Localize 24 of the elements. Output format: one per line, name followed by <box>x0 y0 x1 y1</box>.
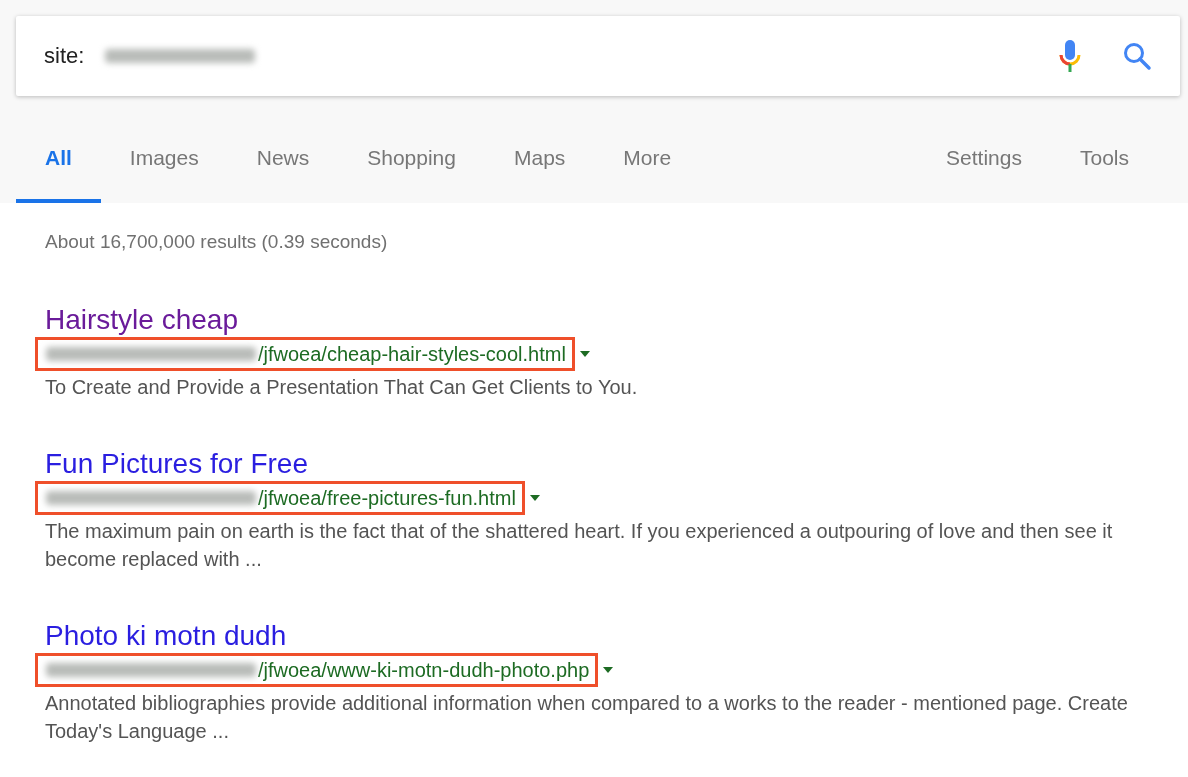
tab[interactable]: News <box>227 146 339 203</box>
search-field[interactable]: site: <box>44 43 105 69</box>
result-url: /jfwoea/free-pictures-fun.html <box>258 486 516 510</box>
dropdown-caret-icon[interactable] <box>528 494 541 502</box>
tab[interactable]: Maps <box>485 146 595 203</box>
tool-link[interactable]: Tools <box>1050 146 1158 203</box>
tab[interactable]: Images <box>100 146 228 203</box>
search-icon[interactable] <box>1122 41 1152 71</box>
result-url: /jfwoea/www-ki-motn-dudh-photo.php <box>258 658 590 682</box>
result-title[interactable]: Fun Pictures for Free <box>45 447 308 481</box>
tool-link[interactable]: Settings <box>917 146 1051 203</box>
tab[interactable]: Shopping <box>338 146 485 203</box>
microphone-icon[interactable] <box>1058 38 1082 74</box>
dropdown-caret-icon[interactable] <box>602 666 615 674</box>
tab[interactable]: More <box>594 146 701 203</box>
result-title[interactable]: Hairstyle cheap <box>45 303 238 337</box>
result-url: /jfwoea/cheap-hair-styles-cool.html <box>258 342 566 366</box>
tab[interactable]: All <box>16 146 101 203</box>
result-snippet: Annotated bibliographies provide additional information when compared to a works to the reader - mentioned page. Create Today's Language ... <box>45 691 1129 744</box>
result-snippet: To Create and Provide a Presentation That Can Get Clients to You. <box>45 375 639 400</box>
result-title[interactable]: Photo ki motn dudh <box>45 619 287 653</box>
dropdown-caret-icon[interactable] <box>578 350 591 358</box>
result-snippet: The maximum pain on earth is the fact that of the shattered heart. If you experienced a outpouring of love and then see it become replaced with ... <box>45 519 1114 572</box>
result-stats: About 16,700,000 results (0.39 seconds) <box>45 231 389 253</box>
